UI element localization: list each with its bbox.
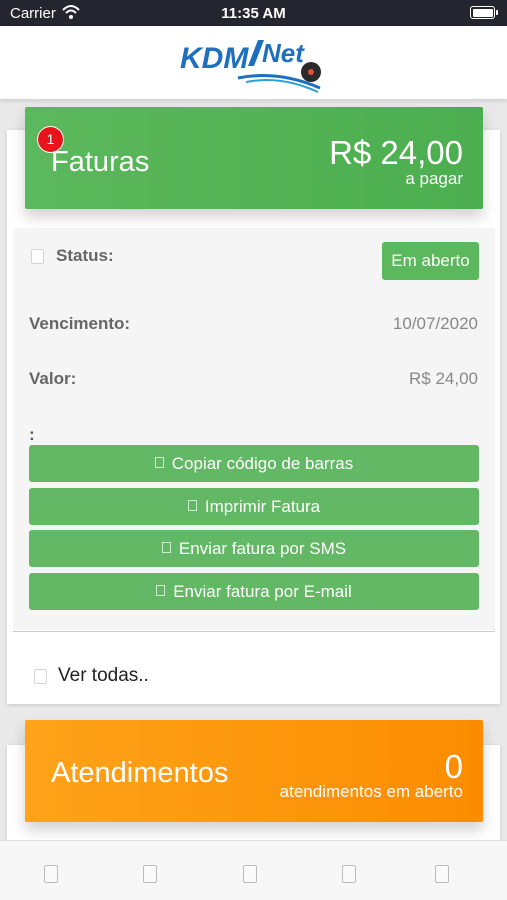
email-icon — [156, 585, 166, 596]
barcode-icon — [154, 457, 164, 468]
svg-text:KDM: KDM — [180, 42, 249, 75]
print-invoice-button[interactable]: Imprimir Fatura — [29, 488, 479, 525]
send-email-label: Enviar fatura por E-mail — [173, 582, 352, 601]
faturas-amount-sub: a pagar — [405, 169, 463, 188]
tab-1-icon[interactable] — [44, 865, 58, 883]
tab-bar — [0, 840, 507, 900]
copy-barcode-label: Copiar código de barras — [171, 454, 354, 473]
barcode-label: : — [29, 425, 35, 444]
faturas-header[interactable]: Faturas R$ 24,00 a pagar — [25, 107, 483, 209]
atendimentos-title: Atendimentos — [51, 757, 229, 789]
print-invoice-label: Imprimir Fatura — [204, 497, 321, 516]
send-sms-label: Enviar fatura por SMS — [178, 539, 347, 558]
app-header: KDM Net — [0, 26, 507, 99]
battery-icon — [470, 6, 498, 19]
svg-text:Net: Net — [262, 38, 305, 68]
tab-3-icon[interactable] — [243, 865, 257, 883]
fatura-details — [13, 228, 495, 630]
copy-barcode-button[interactable]: Copiar código de barras — [29, 445, 479, 482]
status-badge: Em aberto — [382, 242, 479, 280]
status-icon — [31, 249, 44, 264]
print-icon — [187, 500, 197, 511]
status-bar: Carrier 11:35 AM — [0, 0, 507, 26]
sms-icon — [161, 542, 171, 553]
notification-badge: 1 — [38, 127, 63, 152]
atendimentos-header[interactable]: Atendimentos 0 atendimentos em aberto — [25, 720, 483, 822]
vencimento-value: 10/07/2020 — [392, 314, 478, 333]
atendimentos-count-sub: atendimentos em aberto — [279, 782, 463, 801]
atendimentos-count: 0 — [444, 748, 463, 785]
list-icon — [34, 669, 47, 684]
send-sms-button[interactable]: Enviar fatura por SMS — [29, 530, 479, 567]
clock: 11:35 AM — [221, 5, 286, 22]
see-all-link[interactable]: Ver todas.. — [58, 665, 149, 687]
tab-5-icon[interactable] — [435, 865, 449, 883]
divider — [13, 631, 495, 632]
valor-label: Valor: — [29, 369, 77, 388]
vencimento-label: Vencimento: — [29, 314, 131, 333]
faturas-title: Faturas — [51, 146, 150, 178]
faturas-amount: R$ 24,00 — [329, 134, 463, 171]
tab-2-icon[interactable] — [143, 865, 157, 883]
valor-value: R$ 24,00 — [409, 369, 478, 388]
status-label: Status: — [56, 246, 114, 265]
send-email-button[interactable]: Enviar fatura por E-mail — [29, 573, 479, 610]
kdmnet-logo: KDM Net — [180, 38, 321, 93]
tab-4-icon[interactable] — [342, 865, 356, 883]
